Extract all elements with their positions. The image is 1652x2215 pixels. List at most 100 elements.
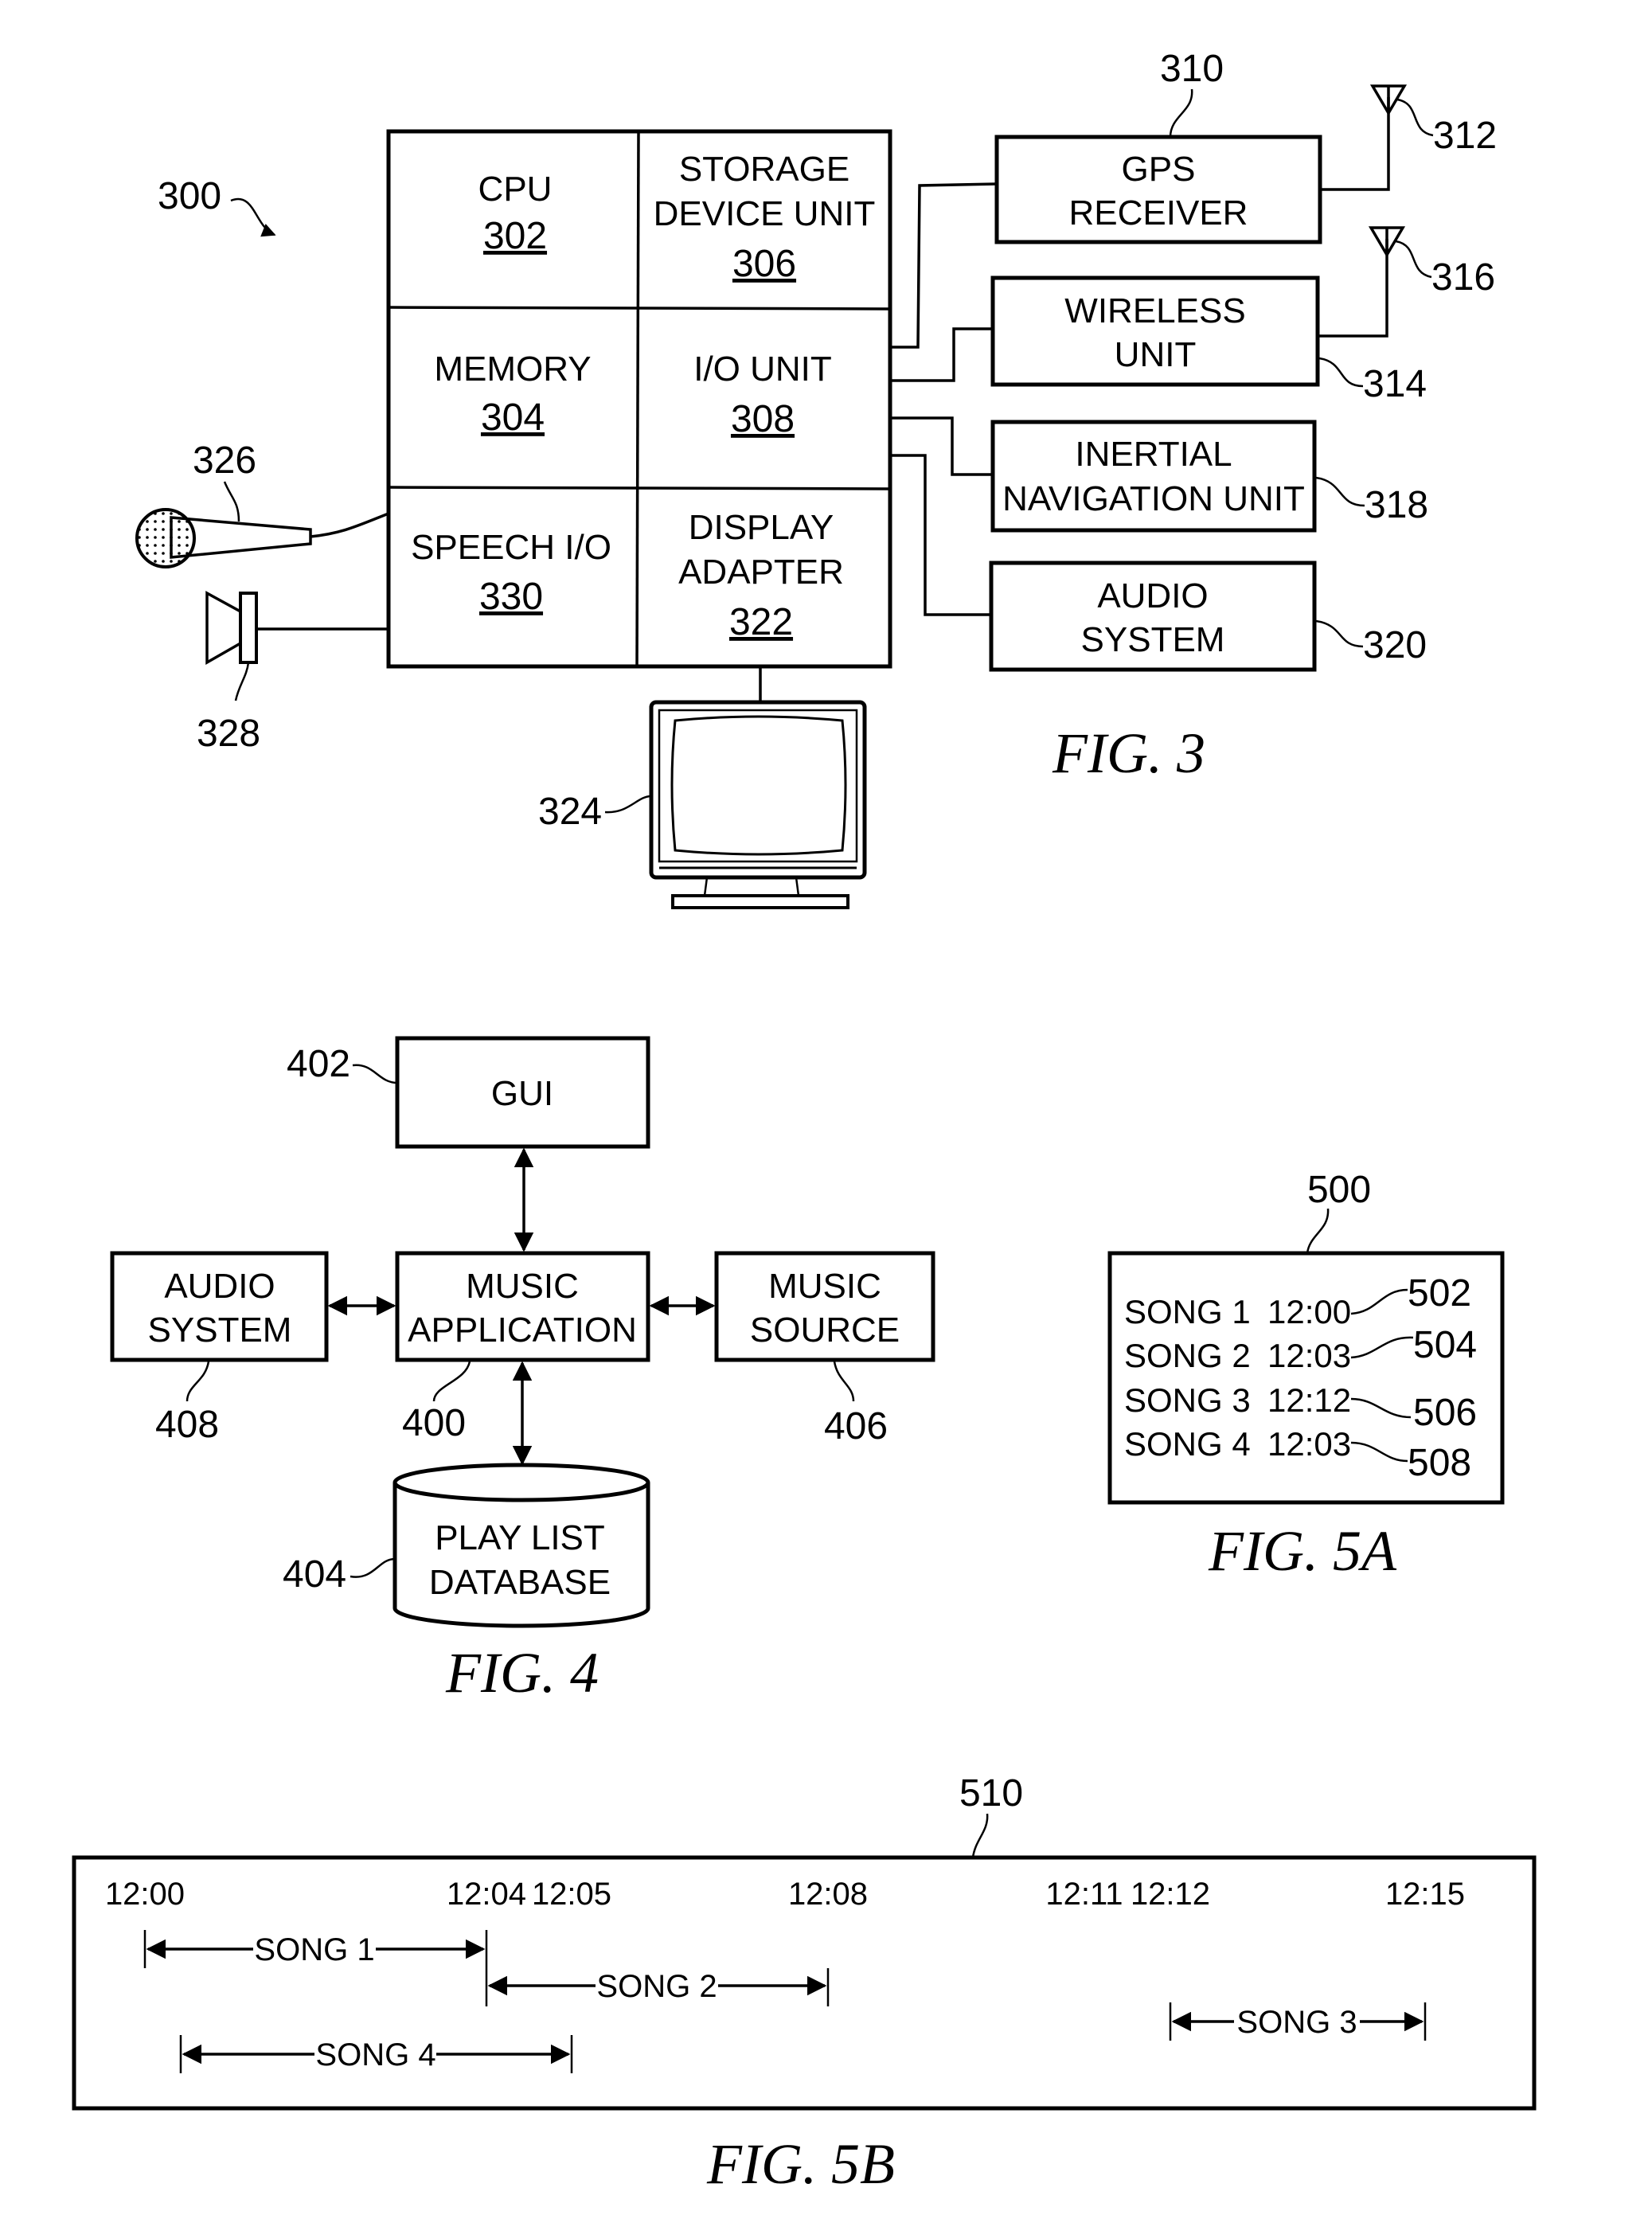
ref-322: 322	[729, 601, 793, 643]
audio-system-block-fig4: AUDIO SYSTEM 408	[110, 1251, 329, 1446]
leader-310	[1169, 88, 1193, 138]
fig3: 300 CPU 302 STORAGE DEVICE UNIT 306 MEMO…	[135, 48, 1497, 909]
fig5b-caption: FIG. 5B	[706, 2132, 895, 2196]
leader-406	[833, 1361, 855, 1402]
leader-320	[1315, 619, 1364, 648]
wire-io-wireless	[890, 327, 993, 382]
ref-508: 508	[1408, 1442, 1471, 1484]
microphone-icon	[135, 508, 196, 568]
speaker-magnet	[239, 592, 258, 664]
row-divider-1	[388, 306, 891, 311]
music-source-line1: MUSIC	[768, 1267, 881, 1306]
ref-502: 502	[1408, 1272, 1471, 1315]
ref-318: 318	[1365, 484, 1428, 526]
wireless-label-line1: WIRELESS	[1064, 291, 1245, 330]
fig4: GUI 402 MUSIC APPLICATION 400 AUDIO SYST…	[110, 1036, 935, 1705]
span-label: SONG 3	[1236, 2005, 1357, 2040]
ref-324: 324	[538, 791, 602, 833]
span-label: SONG 4	[315, 2037, 435, 2072]
display-adapter-line1: DISPLAY	[689, 508, 834, 547]
microphone-cable	[310, 512, 389, 538]
leader-408	[186, 1361, 210, 1402]
storage-label-line1: STORAGE	[679, 150, 849, 189]
wire-io-inertial	[890, 416, 993, 476]
song-time: 12:03	[1267, 1425, 1351, 1463]
row-divider-2	[388, 486, 891, 490]
leader-510	[971, 1813, 989, 1858]
ref-330: 330	[479, 576, 543, 618]
tick-label: 12:04	[447, 1877, 526, 1912]
music-app-line1: MUSIC	[466, 1267, 579, 1306]
audio-system-line2-fig4: SYSTEM	[148, 1311, 292, 1350]
fig5a: 500 SONG 1 12:00 502 SONG 2 12:03 504 SO…	[1107, 1169, 1505, 1583]
wireless-antenna-wire	[1318, 239, 1388, 338]
leader-500	[1306, 1208, 1330, 1254]
tick-label: 12:15	[1385, 1877, 1465, 1912]
leader-326	[223, 481, 240, 522]
leader-402	[352, 1064, 398, 1084]
gps-label-line1: GPS	[1122, 150, 1196, 189]
main-unit-block: CPU 302 STORAGE DEVICE UNIT 306 MEMORY 3…	[386, 129, 892, 669]
leader-328	[234, 662, 250, 701]
speech-io-label: SPEECH I/O	[411, 528, 611, 567]
leader-324	[604, 795, 652, 814]
leader-400	[432, 1361, 471, 1402]
ref-404: 404	[283, 1553, 346, 1596]
patent-drawing-sheet: 300 CPU 302 STORAGE DEVICE UNIT 306 MEMO…	[72, 48, 1537, 2196]
ref-312: 312	[1433, 115, 1497, 157]
song-name: SONG 1	[1124, 1293, 1251, 1330]
song-name: SONG 3	[1124, 1381, 1251, 1419]
ref-400: 400	[402, 1402, 466, 1444]
wireless-label-line2: UNIT	[1115, 335, 1197, 374]
display-adapter-line2: ADAPTER	[678, 553, 844, 592]
memory-label: MEMORY	[434, 350, 591, 389]
tick-label: 12:11	[1045, 1877, 1123, 1912]
music-app-line2: APPLICATION	[408, 1311, 637, 1350]
ref-406: 406	[824, 1405, 888, 1447]
fig5a-caption: FIG. 5A	[1208, 1519, 1397, 1583]
ref-306: 306	[732, 243, 796, 285]
tick-label: 12:00	[105, 1877, 185, 1912]
ref-320: 320	[1363, 624, 1427, 666]
ref-506: 506	[1413, 1392, 1477, 1434]
ref-328: 328	[197, 713, 260, 755]
gps-receiver-block: 310 GPS RECEIVER 312	[994, 48, 1497, 244]
ref-314: 314	[1363, 363, 1427, 405]
playlist-database-cylinder: PLAY LIST DATABASE 404	[283, 1463, 650, 1628]
audio-label-line2: SYSTEM	[1081, 620, 1225, 659]
song-time: 12:03	[1267, 1337, 1351, 1374]
microphone: 326	[135, 439, 389, 568]
music-source-line2: SOURCE	[750, 1311, 900, 1350]
monitor: 324	[538, 666, 867, 909]
ref-316: 316	[1431, 256, 1495, 299]
audio-system-line1-fig4: AUDIO	[164, 1267, 275, 1306]
leader-300-arrow	[230, 197, 276, 237]
ref-402: 402	[287, 1043, 350, 1085]
tick-label: 12:05	[532, 1877, 611, 1912]
leader-404	[350, 1557, 396, 1578]
ref-310: 310	[1160, 48, 1224, 90]
audio-system-block: AUDIO SYSTEM 320	[989, 561, 1427, 672]
storage-label-line2: DEVICE UNIT	[654, 194, 876, 233]
span-label: SONG 2	[596, 1969, 717, 2004]
ref-300: 300	[158, 175, 221, 217]
inertial-navigation-unit-block: INERTIAL NAVIGATION UNIT 318	[990, 420, 1428, 533]
ref-408: 408	[155, 1404, 219, 1446]
leader-316	[1395, 240, 1432, 279]
fig4-caption: FIG. 4	[445, 1641, 599, 1705]
leader-314	[1318, 357, 1364, 388]
fig5b: 510 12:00 12:04 12:05 12:08 12:11 12:12 …	[72, 1772, 1537, 2196]
speaker: 328	[197, 591, 389, 755]
ref-302: 302	[483, 215, 547, 257]
inertial-label-line1: INERTIAL	[1075, 435, 1232, 474]
cylinder-top	[392, 1463, 650, 1502]
monitor-screen	[670, 715, 847, 856]
tick-label: 12:12	[1131, 1877, 1210, 1912]
wireless-unit-block: WIRELESS UNIT 316 314	[990, 226, 1495, 405]
inertial-label-line2: NAVIGATION UNIT	[1002, 479, 1305, 518]
io-unit-label: I/O UNIT	[693, 350, 832, 389]
wire-io-audio	[890, 454, 991, 616]
song-name: SONG 2	[1124, 1337, 1251, 1374]
leader-318	[1315, 476, 1365, 507]
fig3-caption: FIG. 3	[1052, 721, 1205, 785]
